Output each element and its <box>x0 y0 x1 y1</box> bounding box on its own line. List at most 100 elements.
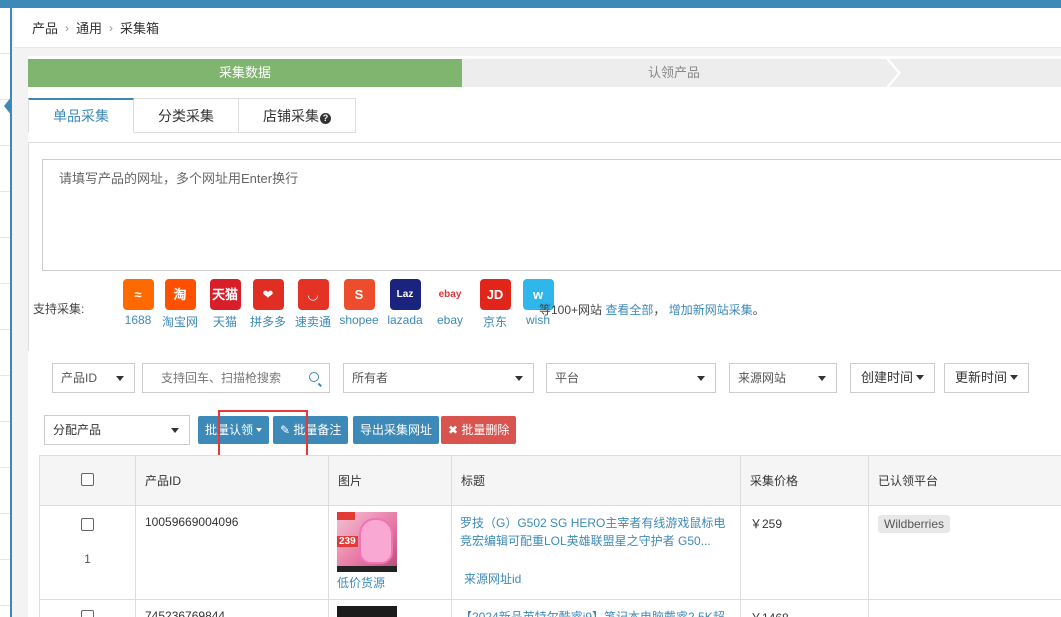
price-cell: ￥259 <box>740 505 869 600</box>
row-checkbox[interactable] <box>81 610 94 617</box>
site-name: lazada <box>387 313 423 327</box>
button-label: 批量认领 <box>205 423 254 437</box>
export-urls-button[interactable]: 导出采集网址 <box>353 416 440 444</box>
site-name: 淘宝网 <box>161 315 198 329</box>
image-cell <box>328 599 452 617</box>
site-logo-icon: ebay <box>434 279 466 310</box>
sidebar-toggle-arrow-icon[interactable] <box>4 96 12 116</box>
button-label: 批量备注 <box>293 423 342 437</box>
product-table: 产品ID 图片 标题 采集价格 已认领平台 1 10059669004096 2… <box>39 455 1061 617</box>
mouse-image-icon <box>359 518 393 564</box>
caret-down-icon <box>116 376 124 381</box>
create-time-sort-button[interactable]: 创建时间 <box>850 363 936 393</box>
button-label: 批量删除 <box>461 423 510 437</box>
select-value: 平台 <box>555 371 580 385</box>
question-circle-icon[interactable]: ? <box>320 113 331 124</box>
search-input[interactable]: 支持回车、扫描枪搜索 <box>142 363 330 393</box>
caret-down-icon <box>515 376 523 381</box>
site-拼多多[interactable]: ❤ 拼多多 <box>243 279 293 330</box>
main-content: 产品 › 通用 › 采集箱 采集数据 认领产品 单品采集 分类采集 店铺采集? … <box>14 8 1061 617</box>
chevron-right-icon: › <box>65 20 70 35</box>
image-cell: 239 低价货源 <box>328 505 452 600</box>
thumb-bar <box>337 566 397 572</box>
step-progress: 采集数据 认领产品 <box>28 59 1061 87</box>
url-textarea[interactable]: 请填写产品的网址，多个网址用Enter换行 <box>42 159 1061 271</box>
title-cell: 罗技（G）G502 SG HERO主宰者有线游戏鼠标电竞宏编辑可配重LOL英雄联… <box>451 505 741 600</box>
top-bar <box>0 0 1061 8</box>
owner-select[interactable]: 所有者 <box>343 363 534 393</box>
product-thumbnail[interactable] <box>337 606 397 617</box>
site-ebay[interactable]: ebay ebay <box>425 279 475 327</box>
row-index: 1 <box>84 552 91 566</box>
caret-down-icon <box>916 375 925 380</box>
row-select-cell: 1 <box>39 505 136 600</box>
button-label: 导出采集网址 <box>360 423 433 437</box>
site-shopee[interactable]: Sshopee <box>334 279 384 327</box>
table-row: 1 10059669004096 239 低价货源 罗技（G）G502 SG H… <box>39 505 1061 600</box>
title-cell: 【2024新品英特尔酷睿i9】笔记本电脑戴睿2.5K超 <box>451 599 741 617</box>
product-thumbnail[interactable]: 239 <box>337 512 397 572</box>
thumb-price: 239 <box>337 536 358 547</box>
tab-single-collect[interactable]: 单品采集 <box>28 98 134 133</box>
breadcrumb: 产品 › 通用 › 采集箱 <box>14 8 1061 48</box>
url-input-area: 请填写产品的网址，多个网址用Enter换行 支持采集: ≈1688 淘淘宝网 天猫天… <box>28 142 1061 351</box>
tab-category-collect[interactable]: 分类采集 <box>134 98 239 133</box>
site-name: shopee <box>339 313 379 327</box>
platform-cell: Wildberries <box>868 505 1061 600</box>
row-checkbox[interactable] <box>81 518 94 531</box>
support-more: 等100+网站 查看全部， 增加新网站采集。 <box>539 301 765 318</box>
header-price: 采集价格 <box>740 455 869 506</box>
table-row: 745236769844 【2024新品英特尔酷睿i9】笔记本电脑戴睿2.5K超… <box>39 599 1061 617</box>
header-image: 图片 <box>328 455 452 506</box>
breadcrumb-item-general[interactable]: 通用 <box>76 18 102 37</box>
source-site-select[interactable]: 来源网站 <box>729 363 837 393</box>
support-label: 支持采集: <box>33 302 85 316</box>
view-all-link[interactable]: 查看全部 <box>605 303 653 317</box>
product-list-panel: 分配产品 批量认领 ✎ 批量备注 导出采集网址 ✖ 批量删除 产品ID 图片 标… <box>28 405 1061 617</box>
batch-note-button[interactable]: ✎ 批量备注 <box>273 416 349 444</box>
id-type-select[interactable]: 产品ID <box>52 363 135 393</box>
platform-select[interactable]: 平台 <box>546 363 716 393</box>
collect-tabs: 单品采集 分类采集 店铺采集? <box>28 98 356 133</box>
breadcrumb-item-product[interactable]: 产品 <box>32 18 58 37</box>
site-name: 拼多多 <box>249 315 286 329</box>
select-value: 分配产品 <box>53 423 102 437</box>
platform-cell <box>868 599 1061 617</box>
product-id-cell: 745236769844 <box>135 599 329 617</box>
collect-panel: 采集数据 认领产品 单品采集 分类采集 店铺采集? 请填写产品的网址，多个网址用… <box>28 56 1061 405</box>
site-速卖通[interactable]: ◡ 速卖通 <box>288 279 338 330</box>
header-title: 标题 <box>451 455 741 506</box>
select-all-checkbox[interactable] <box>81 472 94 486</box>
search-icon[interactable] <box>309 372 319 382</box>
select-value: 来源网站 <box>738 371 787 385</box>
update-time-sort-button[interactable]: 更新时间 <box>944 363 1030 393</box>
thumb-tag <box>337 512 355 520</box>
batch-claim-button[interactable]: 批量认领 <box>198 416 270 444</box>
header-product-id: 产品ID <box>135 455 329 506</box>
site-淘宝网[interactable]: 淘淘宝网 <box>155 279 205 330</box>
add-site-link[interactable]: 增加新网站采集 <box>669 303 753 317</box>
product-id-cell: 10059669004096 <box>135 505 329 600</box>
site-logo-icon: S <box>343 279 375 310</box>
caret-down-icon <box>818 376 826 381</box>
product-title-link[interactable]: 罗技（G）G502 SG HERO主宰者有线游戏鼠标电竞宏编辑可配重LOL英雄联… <box>460 514 732 550</box>
row-select-cell <box>39 599 136 617</box>
period: 。 <box>752 303 765 317</box>
tab-store-collect[interactable]: 店铺采集? <box>239 98 356 133</box>
step-third <box>889 59 1061 87</box>
header-claimed-platform: 已认领平台 <box>868 455 1061 506</box>
assign-product-select[interactable]: 分配产品 <box>44 415 190 445</box>
site-name: 速卖通 <box>294 315 331 329</box>
product-title-link[interactable]: 【2024新品英特尔酷睿i9】笔记本电脑戴睿2.5K超 <box>460 608 732 617</box>
header-select-all <box>39 455 136 506</box>
source-url-link[interactable]: 来源网址id <box>460 570 732 587</box>
site-lazada[interactable]: Laz lazada <box>380 279 430 327</box>
batch-delete-button[interactable]: ✖ 批量删除 <box>441 416 517 444</box>
comma: ， <box>653 303 666 317</box>
site-logo-icon: 天猫 <box>209 279 241 310</box>
table-header-row: 产品ID 图片 标题 采集价格 已认领平台 <box>39 455 1061 506</box>
image-source-label[interactable]: 低价货源 <box>337 574 443 591</box>
search-placeholder: 支持回车、扫描枪搜索 <box>161 371 282 385</box>
tab-label: 店铺采集 <box>263 108 319 124</box>
site-logo-icon: Laz <box>389 279 421 310</box>
